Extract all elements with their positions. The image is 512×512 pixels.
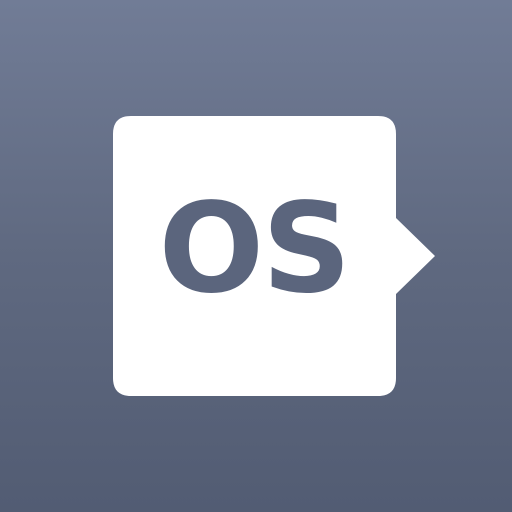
app-icon: OS — [0, 0, 512, 512]
logo-text: OS — [158, 177, 352, 321]
